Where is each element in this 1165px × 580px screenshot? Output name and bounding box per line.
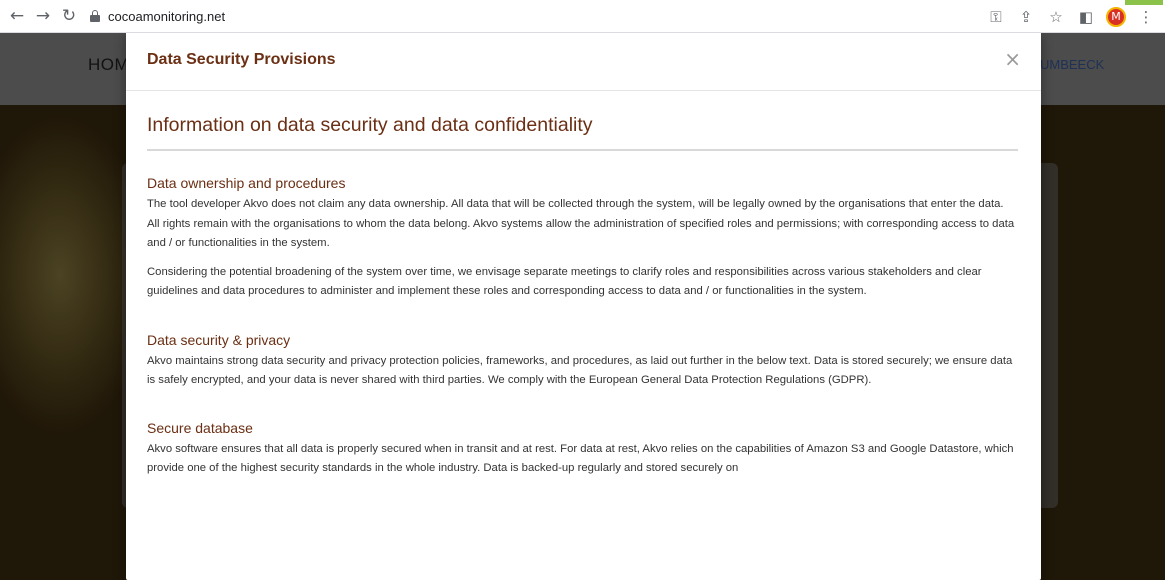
browser-toolbar: ← → ↻ cocoamonitoring.net ⚿ ⇪ ☆ ◧ M ⋮ (0, 0, 1165, 33)
paragraph: The tool developer Akvo does not claim a… (147, 198, 1015, 249)
more-menu-icon[interactable]: ⋮ (1133, 4, 1159, 30)
page-title: Information on data security and data co… (147, 114, 1018, 151)
page-content: HOM UMBEECK Data Security Provisions × I… (0, 33, 1165, 580)
avatar: M (1106, 6, 1126, 27)
back-arrow-icon[interactable]: ← (6, 5, 28, 27)
share-icon[interactable]: ⇪ (1013, 4, 1039, 30)
section-secure-database: Secure database Akvo software ensures th… (147, 420, 1018, 479)
modal-title: Data Security Provisions (147, 51, 336, 68)
paragraph: Akvo maintains strong data security and … (147, 354, 1013, 387)
star-icon[interactable]: ☆ (1043, 4, 1069, 30)
section-title: Data security & privacy (147, 331, 291, 348)
data-security-modal: Data Security Provisions × Information o… (126, 33, 1041, 580)
profile-avatar[interactable]: M (1103, 4, 1129, 30)
url-text: cocoamonitoring.net (108, 8, 226, 24)
section-title: Data ownership and procedures (147, 175, 346, 191)
paragraph: Akvo software ensures that all data is p… (147, 442, 1014, 475)
sidepanel-icon[interactable]: ◧ (1073, 4, 1099, 30)
section-data-ownership: Data ownership and procedures The tool d… (147, 175, 1018, 302)
key-icon[interactable]: ⚿ (983, 4, 1009, 30)
modal-header: Data Security Provisions × (126, 33, 1041, 91)
address-bar[interactable]: cocoamonitoring.net (90, 4, 970, 28)
section-data-security: Data security & privacy Akvo maintains s… (147, 332, 1018, 391)
forward-arrow-icon[interactable]: → (32, 5, 54, 27)
extension-indicator (1125, 0, 1163, 5)
reload-icon[interactable]: ↻ (58, 5, 80, 27)
section-title: Secure database (147, 419, 253, 436)
close-icon[interactable]: × (1004, 47, 1021, 71)
modal-body: Information on data security and data co… (126, 114, 1041, 479)
paragraph: Considering the potential broadening of … (147, 265, 982, 298)
lock-icon (90, 10, 100, 22)
